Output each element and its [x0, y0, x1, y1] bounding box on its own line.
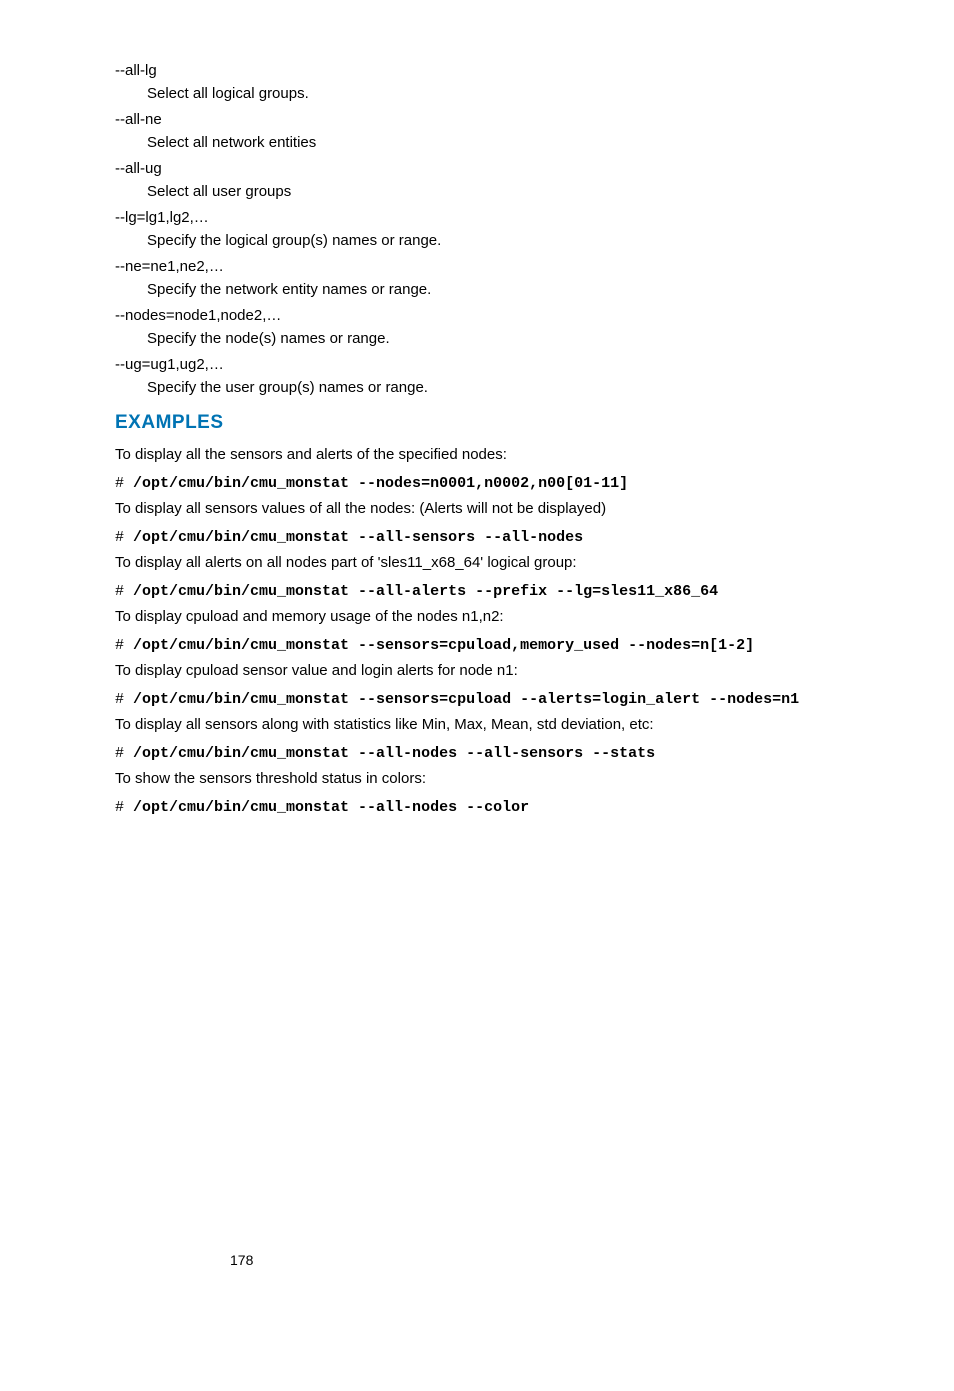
command-text: /opt/cmu/bin/cmu_monstat --all-alerts --…	[133, 583, 718, 600]
example-cmd: # /opt/cmu/bin/cmu_monstat --all-nodes -…	[115, 796, 954, 820]
example-intro: To display all sensors along with statis…	[115, 714, 954, 737]
prompt: #	[115, 745, 133, 762]
example-intro: To display all sensors values of all the…	[115, 498, 954, 521]
example-intro: To display all the sensors and alerts of…	[115, 444, 954, 467]
option-desc: Select all network entities	[147, 132, 954, 155]
option-term: --ug=ug1,ug2,…	[115, 354, 954, 377]
command-text: /opt/cmu/bin/cmu_monstat --all-nodes --c…	[133, 799, 529, 816]
option-term: --all-ne	[115, 109, 954, 132]
option-term: --all-lg	[115, 60, 954, 83]
command-text: /opt/cmu/bin/cmu_monstat --all-sensors -…	[133, 529, 583, 546]
example-cmd: # /opt/cmu/bin/cmu_monstat --sensors=cpu…	[115, 634, 954, 658]
prompt: #	[115, 529, 133, 546]
command-text: /opt/cmu/bin/cmu_monstat --sensors=cpulo…	[133, 637, 754, 654]
option-term: --lg=lg1,lg2,…	[115, 207, 954, 230]
option-desc: Select all logical groups.	[147, 83, 954, 106]
option-desc: Specify the user group(s) names or range…	[147, 377, 954, 400]
option-term: --nodes=node1,node2,…	[115, 305, 954, 328]
examples-heading: EXAMPLES	[115, 409, 954, 438]
prompt: #	[115, 799, 133, 816]
example-intro: To display all alerts on all nodes part …	[115, 552, 954, 575]
options-list: --all-lg Select all logical groups. --al…	[115, 60, 954, 399]
prompt: #	[115, 691, 133, 708]
prompt: #	[115, 637, 133, 654]
option-term: --all-ug	[115, 158, 954, 181]
option-term: --ne=ne1,ne2,…	[115, 256, 954, 279]
prompt: #	[115, 583, 133, 600]
command-text: /opt/cmu/bin/cmu_monstat --nodes=n0001,n…	[133, 475, 628, 492]
option-desc: Specify the node(s) names or range.	[147, 328, 954, 351]
example-cmd: # /opt/cmu/bin/cmu_monstat --sensors=cpu…	[115, 688, 954, 712]
examples-section: To display all the sensors and alerts of…	[115, 444, 954, 820]
example-cmd: # /opt/cmu/bin/cmu_monstat --nodes=n0001…	[115, 472, 954, 496]
option-desc: Specify the network entity names or rang…	[147, 279, 954, 302]
example-cmd: # /opt/cmu/bin/cmu_monstat --all-alerts …	[115, 580, 954, 604]
page-number: 178	[230, 1250, 253, 1271]
example-cmd: # /opt/cmu/bin/cmu_monstat --all-nodes -…	[115, 742, 954, 766]
example-intro: To display cpuload sensor value and logi…	[115, 660, 954, 683]
option-desc: Specify the logical group(s) names or ra…	[147, 230, 954, 253]
example-cmd: # /opt/cmu/bin/cmu_monstat --all-sensors…	[115, 526, 954, 550]
example-intro: To display cpuload and memory usage of t…	[115, 606, 954, 629]
option-desc: Select all user groups	[147, 181, 954, 204]
command-text: /opt/cmu/bin/cmu_monstat --sensors=cpulo…	[133, 691, 799, 708]
example-intro: To show the sensors threshold status in …	[115, 768, 954, 791]
prompt: #	[115, 475, 133, 492]
command-text: /opt/cmu/bin/cmu_monstat --all-nodes --a…	[133, 745, 655, 762]
